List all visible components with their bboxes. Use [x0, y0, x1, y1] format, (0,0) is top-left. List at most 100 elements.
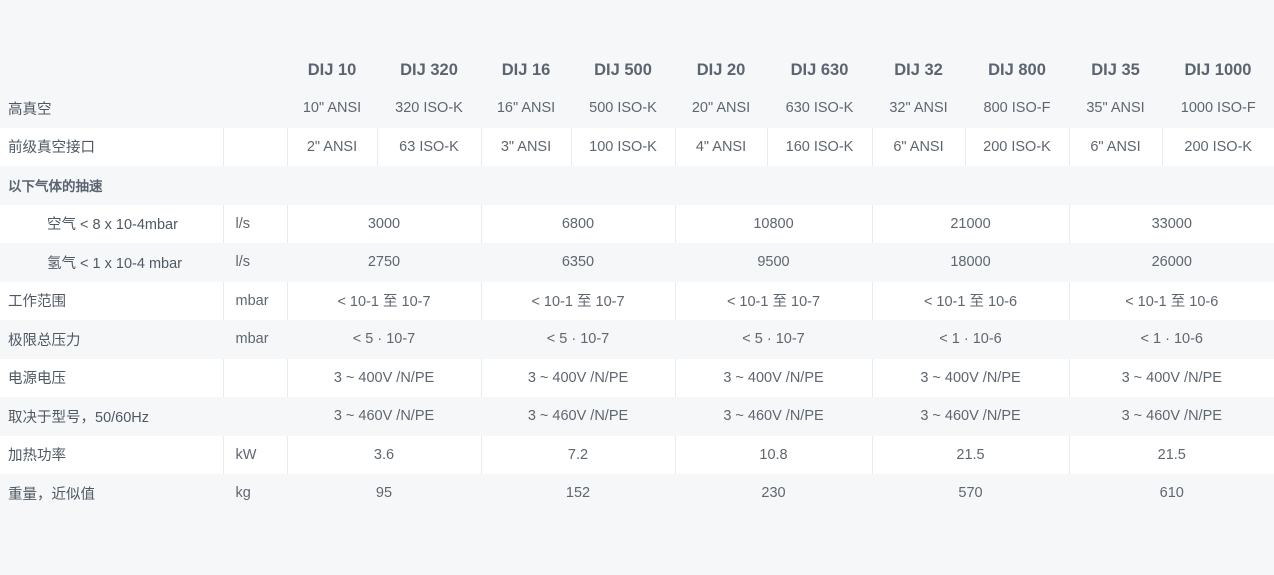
table-cell: 3 ~ 400V /N/PE	[1068, 358, 1274, 397]
table-row-section-header: 以下气体的抽速	[0, 166, 1274, 205]
unit-cell: mbar	[222, 281, 287, 320]
table-row-weight: 重量，近似值 kg 95 152 230 570 610	[0, 474, 1274, 513]
table-cell: 33000	[1068, 204, 1274, 243]
table-cell: 3 ~ 400V /N/PE	[871, 358, 1069, 397]
table-cell: 35" ANSI	[1069, 89, 1162, 128]
table-cell: 63 ISO-K	[376, 127, 481, 166]
model-header: DIJ 500	[594, 60, 652, 79]
table-cell: 6350	[481, 243, 675, 282]
row-label: 极限总压力	[0, 320, 223, 359]
table-cell: 152	[481, 474, 675, 513]
table-cell: 3 ~ 460V /N/PE	[287, 397, 481, 436]
table-cell: < 10-1 至 10-7	[480, 281, 675, 320]
table-cell: 100 ISO-K	[570, 127, 675, 166]
model-header: DIJ 320	[400, 60, 458, 79]
unit-cell: kW	[222, 435, 287, 474]
table-cell: 320 ISO-K	[377, 89, 481, 128]
table-cell: 6" ANSI	[1068, 127, 1162, 166]
table-cell: 800 ISO-F	[965, 89, 1069, 128]
model-header: DIJ 20	[696, 60, 746, 79]
table-cell: < 1 · 10-6	[1069, 320, 1274, 359]
model-header: DIJ 35	[1091, 60, 1140, 79]
model-header: DIJ 16	[501, 60, 551, 79]
table-cell: < 10-1 至 10-6	[1068, 281, 1274, 320]
model-header: DIJ 630	[790, 60, 849, 79]
specifications-table: DIJ 10 DIJ 320 DIJ 16 DIJ 500 DIJ 20 DIJ…	[0, 51, 1274, 513]
table-cell: < 5 · 10-7	[481, 320, 675, 359]
table-cell: 26000	[1069, 243, 1274, 282]
table-cell: 3000	[286, 204, 481, 243]
table-cell: 500 ISO-K	[571, 89, 675, 128]
table-cell: 230	[675, 474, 872, 513]
table-row-hydrogen: 氢气 < 1 x 10-4 mbar l/s 2750 6350 9500 18…	[0, 243, 1274, 282]
table-cell: 3 ~ 460V /N/PE	[1069, 397, 1274, 436]
model-header-row: DIJ 10 DIJ 320 DIJ 16 DIJ 500 DIJ 20 DIJ…	[0, 51, 1274, 89]
table-cell: 2" ANSI	[286, 127, 377, 166]
table-cell: 3 ~ 400V /N/PE	[480, 358, 675, 397]
table-cell: 10" ANSI	[287, 89, 377, 128]
model-header: DIJ 1000	[1184, 60, 1252, 79]
table-row-air: 空气 < 8 x 10-4mbar l/s 3000 6800 10800 21…	[0, 204, 1274, 243]
table-cell: 3" ANSI	[480, 127, 571, 166]
table-cell: < 10-1 至 10-7	[286, 281, 481, 320]
table-cell: 3 ~ 400V /N/PE	[674, 358, 872, 397]
table-cell: 6800	[480, 204, 675, 243]
table-row-high-vacuum: 高真空 10" ANSI 320 ISO-K 16" ANSI 500 ISO-…	[0, 89, 1274, 128]
row-label: 氢气 < 1 x 10-4 mbar	[0, 243, 223, 282]
table-cell: 95	[287, 474, 481, 513]
model-header: DIJ 800	[988, 60, 1046, 79]
table-cell: 10800	[674, 204, 872, 243]
table-cell: 200 ISO-K	[1161, 127, 1274, 166]
row-label: 高真空	[0, 89, 223, 128]
table-cell: < 5 · 10-7	[287, 320, 481, 359]
row-label: 加热功率	[0, 435, 223, 474]
table-cell: 4" ANSI	[674, 127, 767, 166]
table-row-heating-power: 加热功率 kW 3.6 7.2 10.8 21.5 21.5	[0, 435, 1274, 474]
unit-cell: mbar	[223, 320, 287, 359]
table-cell: 610	[1069, 474, 1274, 513]
row-label: 电源电压	[0, 358, 223, 397]
table-cell: 630 ISO-K	[767, 89, 872, 128]
table-cell: 18000	[872, 243, 1069, 282]
table-row-foreline: 前级真空接口 2" ANSI 63 ISO-K 3" ANSI 100 ISO-…	[0, 127, 1274, 166]
table-cell: 21000	[871, 204, 1069, 243]
row-label: 空气 < 8 x 10-4mbar	[0, 204, 223, 243]
table-cell: 200 ISO-K	[964, 127, 1069, 166]
model-header: DIJ 32	[894, 60, 943, 79]
unit-cell: kg	[223, 474, 287, 513]
row-label: 工作范围	[0, 281, 223, 320]
row-label: 取决于型号，50/60Hz	[0, 397, 223, 436]
table-cell: 6" ANSI	[871, 127, 965, 166]
table-cell: 10.8	[674, 435, 872, 474]
row-label: 前级真空接口	[0, 127, 223, 166]
unit-cell: l/s	[223, 243, 287, 282]
section-heading: 以下气体的抽速	[0, 166, 1274, 205]
table-cell: 2750	[287, 243, 481, 282]
table-row-working-range: 工作范围 mbar < 10-1 至 10-7 < 10-1 至 10-7 < …	[0, 281, 1274, 320]
table-cell: 570	[872, 474, 1069, 513]
table-cell: < 10-1 至 10-7	[674, 281, 872, 320]
table-cell: 3 ~ 460V /N/PE	[481, 397, 675, 436]
table-cell: 3.6	[286, 435, 481, 474]
table-cell: 1000 ISO-F	[1162, 89, 1274, 128]
table-cell: 16" ANSI	[481, 89, 571, 128]
table-cell: 3 ~ 460V /N/PE	[675, 397, 872, 436]
table-cell: < 5 · 10-7	[675, 320, 872, 359]
table-cell: < 1 · 10-6	[872, 320, 1069, 359]
table-cell: 32" ANSI	[872, 89, 965, 128]
table-cell: 160 ISO-K	[766, 127, 872, 166]
table-cell: < 10-1 至 10-6	[871, 281, 1069, 320]
table-row-ultimate-pressure: 极限总压力 mbar < 5 · 10-7 < 5 · 10-7 < 5 · 1…	[0, 320, 1274, 359]
table-cell: 9500	[675, 243, 872, 282]
row-label: 重量，近似值	[0, 474, 223, 513]
table-cell: 7.2	[480, 435, 675, 474]
model-header: DIJ 10	[307, 60, 357, 79]
table-cell: 21.5	[1068, 435, 1274, 474]
unit-cell: l/s	[222, 204, 287, 243]
table-cell: 20" ANSI	[675, 89, 767, 128]
table-cell: 3 ~ 460V /N/PE	[872, 397, 1069, 436]
table-row-model-dependent: 取决于型号，50/60Hz 3 ~ 460V /N/PE 3 ~ 460V /N…	[0, 397, 1274, 436]
table-cell: 3 ~ 400V /N/PE	[286, 358, 481, 397]
table-row-supply-voltage: 电源电压 3 ~ 400V /N/PE 3 ~ 400V /N/PE 3 ~ 4…	[0, 358, 1274, 397]
table-cell: 21.5	[871, 435, 1069, 474]
